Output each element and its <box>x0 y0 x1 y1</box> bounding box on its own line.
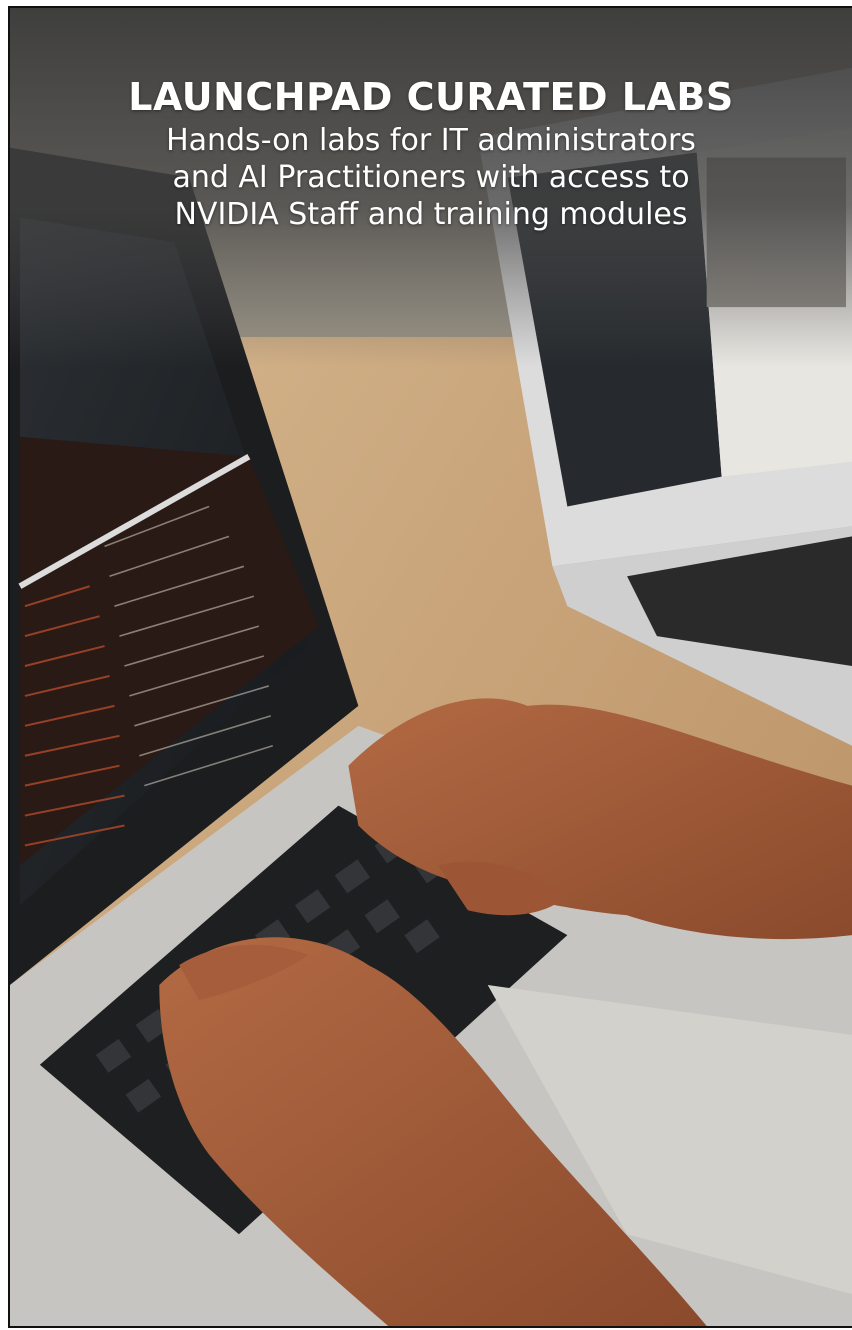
hero-subtitle-line: NVIDIA Staff and training modules <box>174 197 688 232</box>
hero-title: LAUNCHPAD CURATED LABS <box>128 75 734 119</box>
hero-headline: LAUNCHPAD CURATED LABS Hands-on labs for… <box>10 74 852 233</box>
lab-promo-card: LAUNCHPAD CURATED LABS Hands-on labs for… <box>8 6 852 1328</box>
hero-subtitle-line: Hands-on labs for IT administrators <box>166 123 696 158</box>
hero-subtitle: Hands-on labs for IT administrators and … <box>10 122 852 233</box>
hero-subtitle-line: and AI Practitioners with access to <box>172 160 690 195</box>
